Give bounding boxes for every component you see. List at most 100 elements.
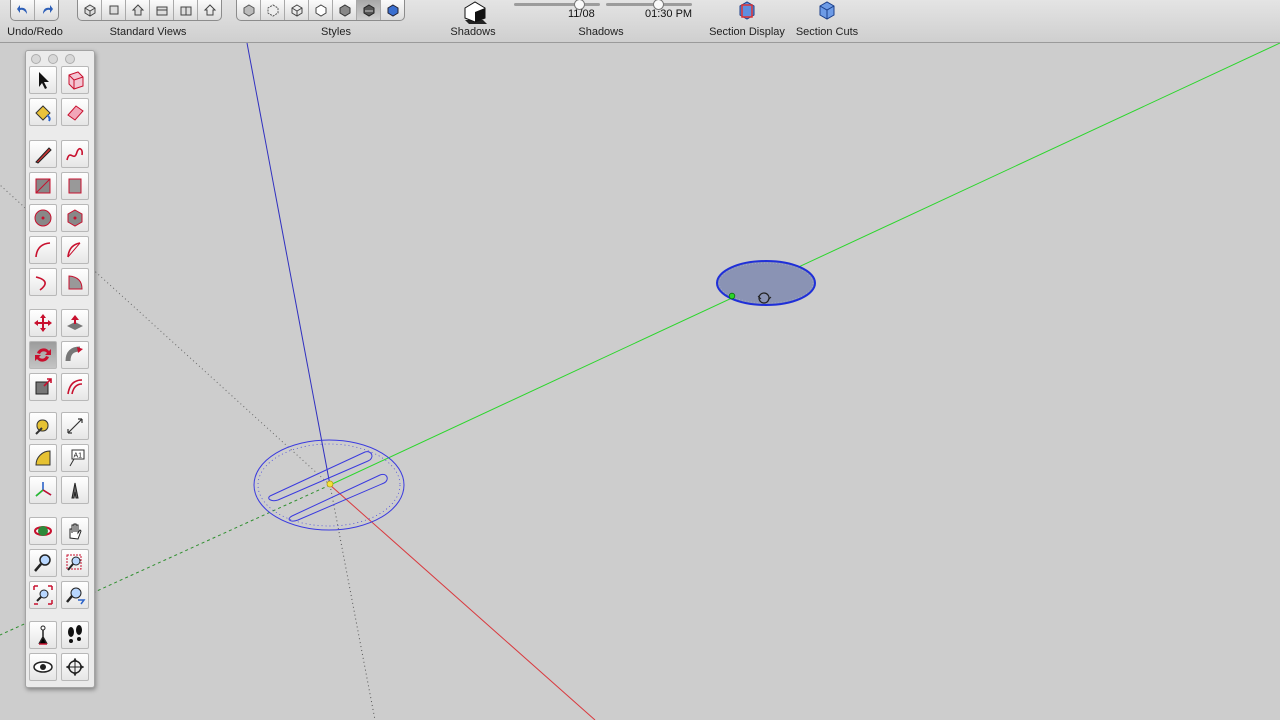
dimension-tool-button[interactable] bbox=[61, 412, 89, 440]
svg-text:A1: A1 bbox=[74, 453, 83, 460]
rectangle-tool-button[interactable] bbox=[29, 172, 57, 200]
rotate-tool-button[interactable] bbox=[29, 341, 57, 369]
two-point-arc-tool-button[interactable] bbox=[61, 268, 89, 296]
two-point-arc-icon bbox=[68, 275, 83, 290]
previous-view-tool-button[interactable] bbox=[61, 581, 89, 609]
right-view-icon bbox=[156, 6, 167, 16]
orbit-tool-button[interactable] bbox=[29, 517, 57, 545]
palette-zoom-button[interactable] bbox=[65, 54, 75, 64]
position-camera-tool-button[interactable] bbox=[29, 621, 57, 649]
text-tool-button[interactable]: A1 bbox=[61, 444, 89, 472]
shaded-textures-style-button[interactable] bbox=[357, 0, 381, 20]
move-icon bbox=[34, 314, 52, 332]
scale-icon bbox=[35, 378, 52, 395]
section-plane-icon bbox=[66, 658, 84, 676]
undo-button[interactable] bbox=[11, 0, 35, 20]
offset-tool-button[interactable] bbox=[61, 373, 89, 401]
zoom-extents-icon bbox=[33, 585, 53, 605]
walk-icon bbox=[68, 625, 82, 643]
palette-close-button[interactable] bbox=[31, 54, 41, 64]
arc-icon bbox=[35, 242, 51, 258]
shadow-time-slider[interactable] bbox=[606, 0, 692, 10]
select-tool-button[interactable] bbox=[29, 66, 57, 94]
circle-tool-button[interactable] bbox=[29, 204, 57, 232]
previous-view-icon bbox=[66, 587, 86, 605]
shadows-toggle-button[interactable] bbox=[461, 0, 487, 29]
wireframe-style-button[interactable] bbox=[285, 0, 309, 20]
polygon-tool-button[interactable] bbox=[61, 204, 89, 232]
section-display-button[interactable] bbox=[736, 0, 758, 27]
green-axis bbox=[329, 43, 1280, 486]
axes-icon bbox=[35, 482, 52, 497]
pencil-line-tool-button[interactable] bbox=[29, 140, 57, 168]
shadows-label-2: Shadows bbox=[578, 26, 624, 38]
styles-label: Styles bbox=[321, 26, 351, 38]
blue-axis-hidden bbox=[329, 484, 376, 720]
section-cuts-icon bbox=[819, 1, 835, 20]
protractor-icon bbox=[35, 450, 51, 466]
endpoint-inference-marker bbox=[728, 292, 736, 300]
three-point-arc-tool-button[interactable] bbox=[29, 268, 57, 296]
xray-icon bbox=[243, 4, 254, 17]
right-view-button[interactable] bbox=[150, 0, 174, 20]
shaded-style-button[interactable] bbox=[333, 0, 357, 20]
section-plane-tool-button[interactable] bbox=[61, 653, 89, 681]
protractor-tool-button[interactable] bbox=[29, 444, 57, 472]
wireframe-icon bbox=[291, 4, 302, 17]
eraser-tool-button[interactable] bbox=[61, 98, 89, 126]
palette-minimize-button[interactable] bbox=[48, 54, 58, 64]
move-tool-button[interactable] bbox=[29, 309, 57, 337]
follow-me-tool-button[interactable] bbox=[61, 341, 89, 369]
pan-tool-button[interactable] bbox=[61, 517, 89, 545]
polygon-icon bbox=[67, 209, 83, 227]
zoom-extents-tool-button[interactable] bbox=[29, 581, 57, 609]
front-view-button[interactable] bbox=[126, 0, 150, 20]
push-pull-tool-button[interactable] bbox=[61, 309, 89, 337]
modeling-viewport[interactable] bbox=[0, 43, 1280, 720]
zoom-tool-button[interactable] bbox=[29, 549, 57, 577]
zoom-window-tool-button[interactable] bbox=[61, 549, 89, 577]
scale-tool-button[interactable] bbox=[29, 373, 57, 401]
undo-redo-label: Undo/Redo bbox=[7, 26, 63, 38]
monochrome-style-button[interactable] bbox=[381, 0, 404, 20]
undo-icon bbox=[16, 5, 27, 14]
rotated-rectangle-tool-button[interactable] bbox=[61, 172, 89, 200]
paint-bucket-tool-button[interactable] bbox=[29, 98, 57, 126]
text-icon: A1 bbox=[69, 449, 85, 467]
shadow-cube-icon bbox=[464, 1, 487, 24]
top-view-button[interactable] bbox=[102, 0, 126, 20]
redo-icon bbox=[42, 5, 53, 14]
make-component-tool-button[interactable] bbox=[61, 66, 89, 94]
freehand-tool-button[interactable] bbox=[61, 140, 89, 168]
redo-button[interactable] bbox=[35, 0, 58, 20]
tape-measure-tool-button[interactable] bbox=[29, 412, 57, 440]
back-view-button[interactable] bbox=[174, 0, 198, 20]
left-view-button[interactable] bbox=[198, 0, 221, 20]
offset-icon bbox=[67, 379, 83, 395]
back-edges-style-button[interactable] bbox=[261, 0, 285, 20]
pie-tool-button[interactable] bbox=[61, 236, 89, 264]
hidden-line-style-button[interactable] bbox=[309, 0, 333, 20]
rotate-icon bbox=[35, 348, 51, 362]
orbit-icon bbox=[34, 526, 52, 536]
arc-tool-button[interactable] bbox=[29, 236, 57, 264]
shaded-icon bbox=[339, 4, 350, 17]
section-display-icon bbox=[739, 1, 755, 20]
section-cuts-button[interactable] bbox=[816, 0, 838, 27]
select-icon bbox=[39, 72, 49, 89]
walk-tool-button[interactable] bbox=[61, 621, 89, 649]
look-around-icon bbox=[33, 661, 53, 673]
xray-style-button[interactable] bbox=[237, 0, 261, 20]
back-view-icon bbox=[180, 6, 191, 16]
axes-tool-button[interactable] bbox=[29, 476, 57, 504]
freehand-icon bbox=[66, 147, 83, 161]
shadow-date-slider[interactable] bbox=[514, 0, 600, 10]
look-around-tool-button[interactable] bbox=[29, 653, 57, 681]
standard-views-label: Standard Views bbox=[109, 26, 187, 38]
paint-bucket-icon bbox=[35, 105, 51, 122]
iso-view-icon bbox=[84, 4, 95, 17]
shadows-label-1: Shadows bbox=[450, 26, 496, 38]
house-outline-icon bbox=[203, 4, 216, 16]
3d-text-tool-button[interactable] bbox=[61, 476, 89, 504]
iso-view-button[interactable] bbox=[78, 0, 102, 20]
